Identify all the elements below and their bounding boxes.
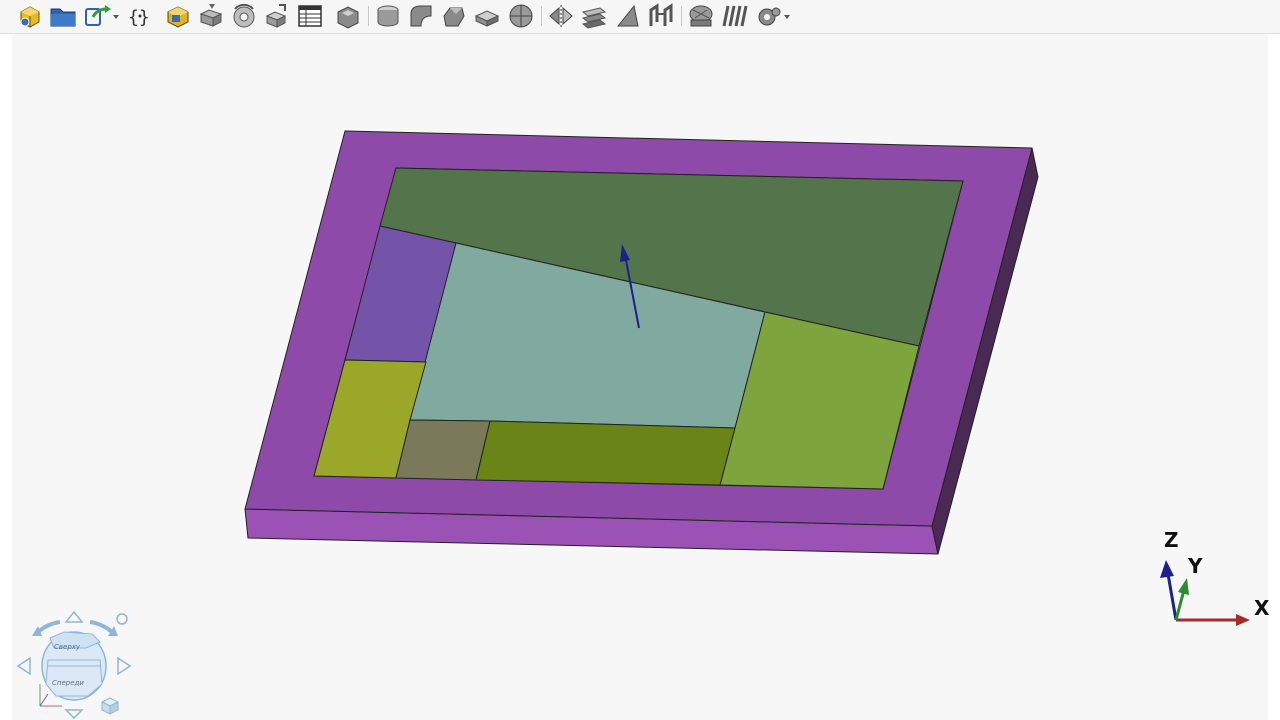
chamfer-icon[interactable] xyxy=(440,2,468,30)
draft-icon[interactable] xyxy=(614,2,642,30)
z-axis-arrowhead xyxy=(1160,560,1174,578)
view-cube[interactable]: Сверху Спереди xyxy=(14,608,136,720)
y-axis-label: Y xyxy=(1188,554,1203,578)
dark-olive-face[interactable] xyxy=(475,420,736,486)
toolbar-separator xyxy=(681,6,682,26)
model-scene[interactable] xyxy=(12,34,1268,720)
view-down-arrow xyxy=(64,709,84,720)
cube-front-face xyxy=(45,659,103,697)
z-axis xyxy=(1166,573,1178,621)
home-view-button xyxy=(116,613,128,625)
folder-icon[interactable] xyxy=(49,2,77,30)
gray-brown-face[interactable] xyxy=(395,419,491,481)
sweep-icon[interactable] xyxy=(263,2,291,30)
y-axis-arrowhead xyxy=(1178,578,1189,595)
3d-viewport[interactable] xyxy=(12,34,1268,720)
cube-top-label[interactable]: Сверху xyxy=(54,643,80,651)
new-part-icon[interactable] xyxy=(16,2,44,30)
cube-front-label[interactable]: Спереди xyxy=(52,679,84,687)
mirror-icon[interactable] xyxy=(547,2,575,30)
toolbar-separator xyxy=(541,6,542,26)
extrude-icon[interactable] xyxy=(197,2,225,30)
view-right-arrow xyxy=(117,656,132,676)
cube-view-icon xyxy=(100,697,120,715)
fillet-icon[interactable] xyxy=(407,2,435,30)
x-axis-label: X xyxy=(1254,596,1270,620)
chevron-down-icon xyxy=(113,15,119,19)
x-axis-arrowhead xyxy=(1236,614,1250,626)
main-toolbar: {} xyxy=(0,0,1280,34)
revolve-icon[interactable] xyxy=(230,2,258,30)
measure-icon[interactable] xyxy=(647,2,675,30)
variables-icon[interactable]: {} xyxy=(126,2,154,30)
plate-model[interactable] xyxy=(244,130,1039,555)
axis-triad: Z Y X xyxy=(1150,528,1275,628)
boolean-icon[interactable] xyxy=(473,2,501,30)
section-icon[interactable] xyxy=(580,2,608,30)
svg-text:{}: {} xyxy=(128,7,150,28)
sphere-icon[interactable] xyxy=(507,2,535,30)
export-icon[interactable] xyxy=(83,2,119,30)
chevron-down-icon xyxy=(784,15,790,19)
table-icon[interactable] xyxy=(296,2,324,30)
gear-icon[interactable] xyxy=(754,2,790,30)
body-cube-icon[interactable] xyxy=(164,2,192,30)
cylinder-icon[interactable] xyxy=(374,2,402,30)
z-axis-label: Z xyxy=(1164,528,1179,552)
pattern-icon[interactable] xyxy=(720,2,748,30)
shell-icon[interactable] xyxy=(334,2,362,30)
toolbar-separator xyxy=(368,6,369,26)
view-up-arrow xyxy=(64,610,84,623)
view-left-arrow xyxy=(16,656,31,676)
mesh-icon[interactable] xyxy=(687,2,715,30)
y-axis xyxy=(1174,589,1186,621)
